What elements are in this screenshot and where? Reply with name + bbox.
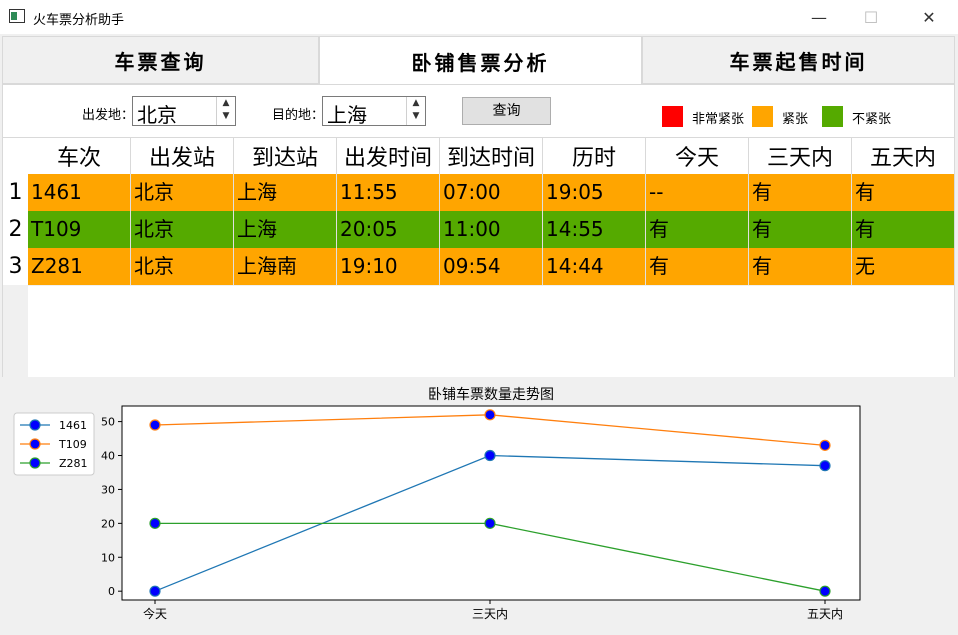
cell-today[interactable]: 有	[646, 248, 749, 285]
y-tick-label: 30	[101, 483, 115, 496]
header-duration[interactable]: 历时	[543, 138, 646, 174]
table-row[interactable]: Z281 北京 上海南 19:10 09:54 14:44 有 有 无	[28, 248, 954, 285]
cell-train-no[interactable]: T109	[28, 211, 131, 248]
legend-swatch-tight	[752, 106, 773, 127]
cell-train-no[interactable]: 1461	[28, 174, 131, 211]
minimize-button[interactable]: —	[796, 0, 842, 34]
cell-five-days[interactable]: 有	[852, 174, 954, 211]
cell-five-days[interactable]: 有	[852, 211, 954, 248]
to-label: 目的地：	[272, 108, 322, 123]
cell-depart-station[interactable]: 北京	[131, 174, 234, 211]
header-arrive-time[interactable]: 到达时间	[440, 138, 543, 174]
tab-sale-start-time[interactable]: 车票起售时间	[642, 36, 955, 84]
x-tick-label: 五天内	[807, 607, 843, 621]
legend-marker-T109	[29, 438, 41, 450]
cell-arrive-time[interactable]: 07:00	[440, 174, 543, 211]
cell-five-days[interactable]: 无	[852, 248, 954, 285]
tab-bar: 车票查询 卧铺售票分析 车票起售时间	[2, 36, 955, 85]
legend-swatch-not-tight	[822, 106, 843, 127]
cell-three-days[interactable]: 有	[749, 248, 852, 285]
header-today[interactable]: 今天	[646, 138, 749, 174]
header-depart-station[interactable]: 出发站	[131, 138, 234, 174]
x-tick-label: 三天内	[472, 607, 508, 621]
ticket-trend-chart: 0 10 20 30 40 50 今天 三天内 五天内 1461 T109 Z281	[13, 405, 861, 621]
data-point-T109	[819, 439, 831, 451]
cell-three-days[interactable]: 有	[749, 174, 852, 211]
cell-duration[interactable]: 14:44	[543, 248, 646, 285]
legend-swatch-very-tight	[662, 106, 683, 127]
from-value: 北京	[137, 103, 177, 127]
query-button[interactable]: 查询	[462, 97, 551, 125]
cell-duration[interactable]: 19:05	[543, 174, 646, 211]
header-five-days[interactable]: 五天内	[852, 138, 954, 174]
legend-label-1461: 1461	[59, 419, 87, 432]
data-point-T109	[149, 419, 161, 431]
row-header-3[interactable]: 3	[3, 248, 28, 285]
table-empty-area	[28, 286, 954, 377]
row-header-blank	[3, 286, 28, 377]
y-tick-label: 20	[101, 517, 115, 530]
cell-arrive-station[interactable]: 上海	[234, 174, 337, 211]
data-point-1461	[484, 449, 496, 462]
data-point-1461	[819, 460, 831, 472]
cell-arrive-station[interactable]: 上海	[234, 211, 337, 248]
header-arrive-station[interactable]: 到达站	[234, 138, 337, 174]
from-spin-icon[interactable]: ▲ ▼	[216, 97, 235, 125]
cell-three-days[interactable]: 有	[749, 211, 852, 248]
data-point-Z281	[484, 517, 496, 529]
cell-depart-station[interactable]: 北京	[131, 211, 234, 248]
cell-depart-time[interactable]: 11:55	[337, 174, 440, 211]
y-tick-label: 50	[101, 416, 115, 429]
legend-marker-Z281	[29, 457, 41, 469]
title-bar: 火车票分析助手 — ☐ ✕	[0, 0, 958, 34]
data-point-1461	[149, 585, 161, 597]
legend-label-T109: T109	[58, 438, 87, 451]
cell-depart-time[interactable]: 20:05	[337, 211, 440, 248]
header-three-days[interactable]: 三天内	[749, 138, 852, 174]
window-title: 火车票分析助手	[33, 13, 125, 28]
row-header-1[interactable]: 1	[3, 174, 28, 211]
cell-arrive-time[interactable]: 11:00	[440, 211, 543, 248]
row-header-2[interactable]: 2	[3, 211, 28, 248]
cell-train-no[interactable]: Z281	[28, 248, 131, 285]
to-combo[interactable]: 上海 ▲ ▼	[322, 96, 426, 127]
header-train-no[interactable]: 车次	[28, 138, 131, 174]
legend-label-very-tight: 非常紧张	[692, 112, 744, 127]
legend-label-Z281: Z281	[59, 457, 88, 470]
cell-duration[interactable]: 14:55	[543, 211, 646, 248]
cell-arrive-time[interactable]: 09:54	[440, 248, 543, 285]
tab-ticket-query[interactable]: 车票查询	[2, 36, 319, 84]
legend-label-tight: 紧张	[782, 112, 809, 127]
plot-frame	[121, 405, 861, 601]
data-point-Z281	[149, 517, 161, 529]
cell-today[interactable]: 有	[646, 211, 749, 248]
header-depart-time[interactable]: 出发时间	[337, 138, 440, 174]
app-icon	[9, 9, 25, 23]
table-row[interactable]: 1461 北京 上海 11:55 07:00 19:05 -- 有 有	[28, 174, 954, 211]
data-point-T109	[484, 409, 496, 421]
ticket-table: 车次 出发站 到达站 出发时间 到达时间 历时 今天 三天内 五天内 1 2 3…	[3, 137, 954, 377]
maximize-button[interactable]: ☐	[848, 0, 894, 34]
legend-label-not-tight: 不紧张	[852, 112, 892, 127]
y-tick-label: 10	[101, 551, 115, 564]
y-tick-label: 40	[101, 450, 115, 463]
close-button[interactable]: ✕	[906, 0, 952, 34]
cell-today[interactable]: --	[646, 174, 749, 211]
from-combo[interactable]: 北京 ▲ ▼	[132, 96, 236, 127]
cell-arrive-station[interactable]: 上海南	[234, 248, 337, 285]
cell-depart-time[interactable]: 19:10	[337, 248, 440, 285]
chart-area: 卧铺车票数量走势图 0 10 20 30 40 50 今天 三天内 五天内 1461 T109 Z28…	[2, 378, 955, 631]
tab-sleeper-analysis[interactable]: 卧铺售票分析	[319, 36, 642, 85]
from-label: 出发地：	[82, 108, 132, 123]
table-corner[interactable]	[3, 138, 28, 174]
x-tick-label: 今天	[143, 606, 167, 621]
cell-depart-station[interactable]: 北京	[131, 248, 234, 285]
to-spin-icon[interactable]: ▲ ▼	[406, 97, 425, 125]
table-row[interactable]: T109 北京 上海 20:05 11:00 14:55 有 有 有	[28, 211, 954, 248]
to-value: 上海	[327, 103, 367, 127]
y-tick-label: 0	[108, 585, 115, 598]
legend-marker-1461	[29, 419, 41, 431]
data-point-Z281	[819, 585, 831, 597]
